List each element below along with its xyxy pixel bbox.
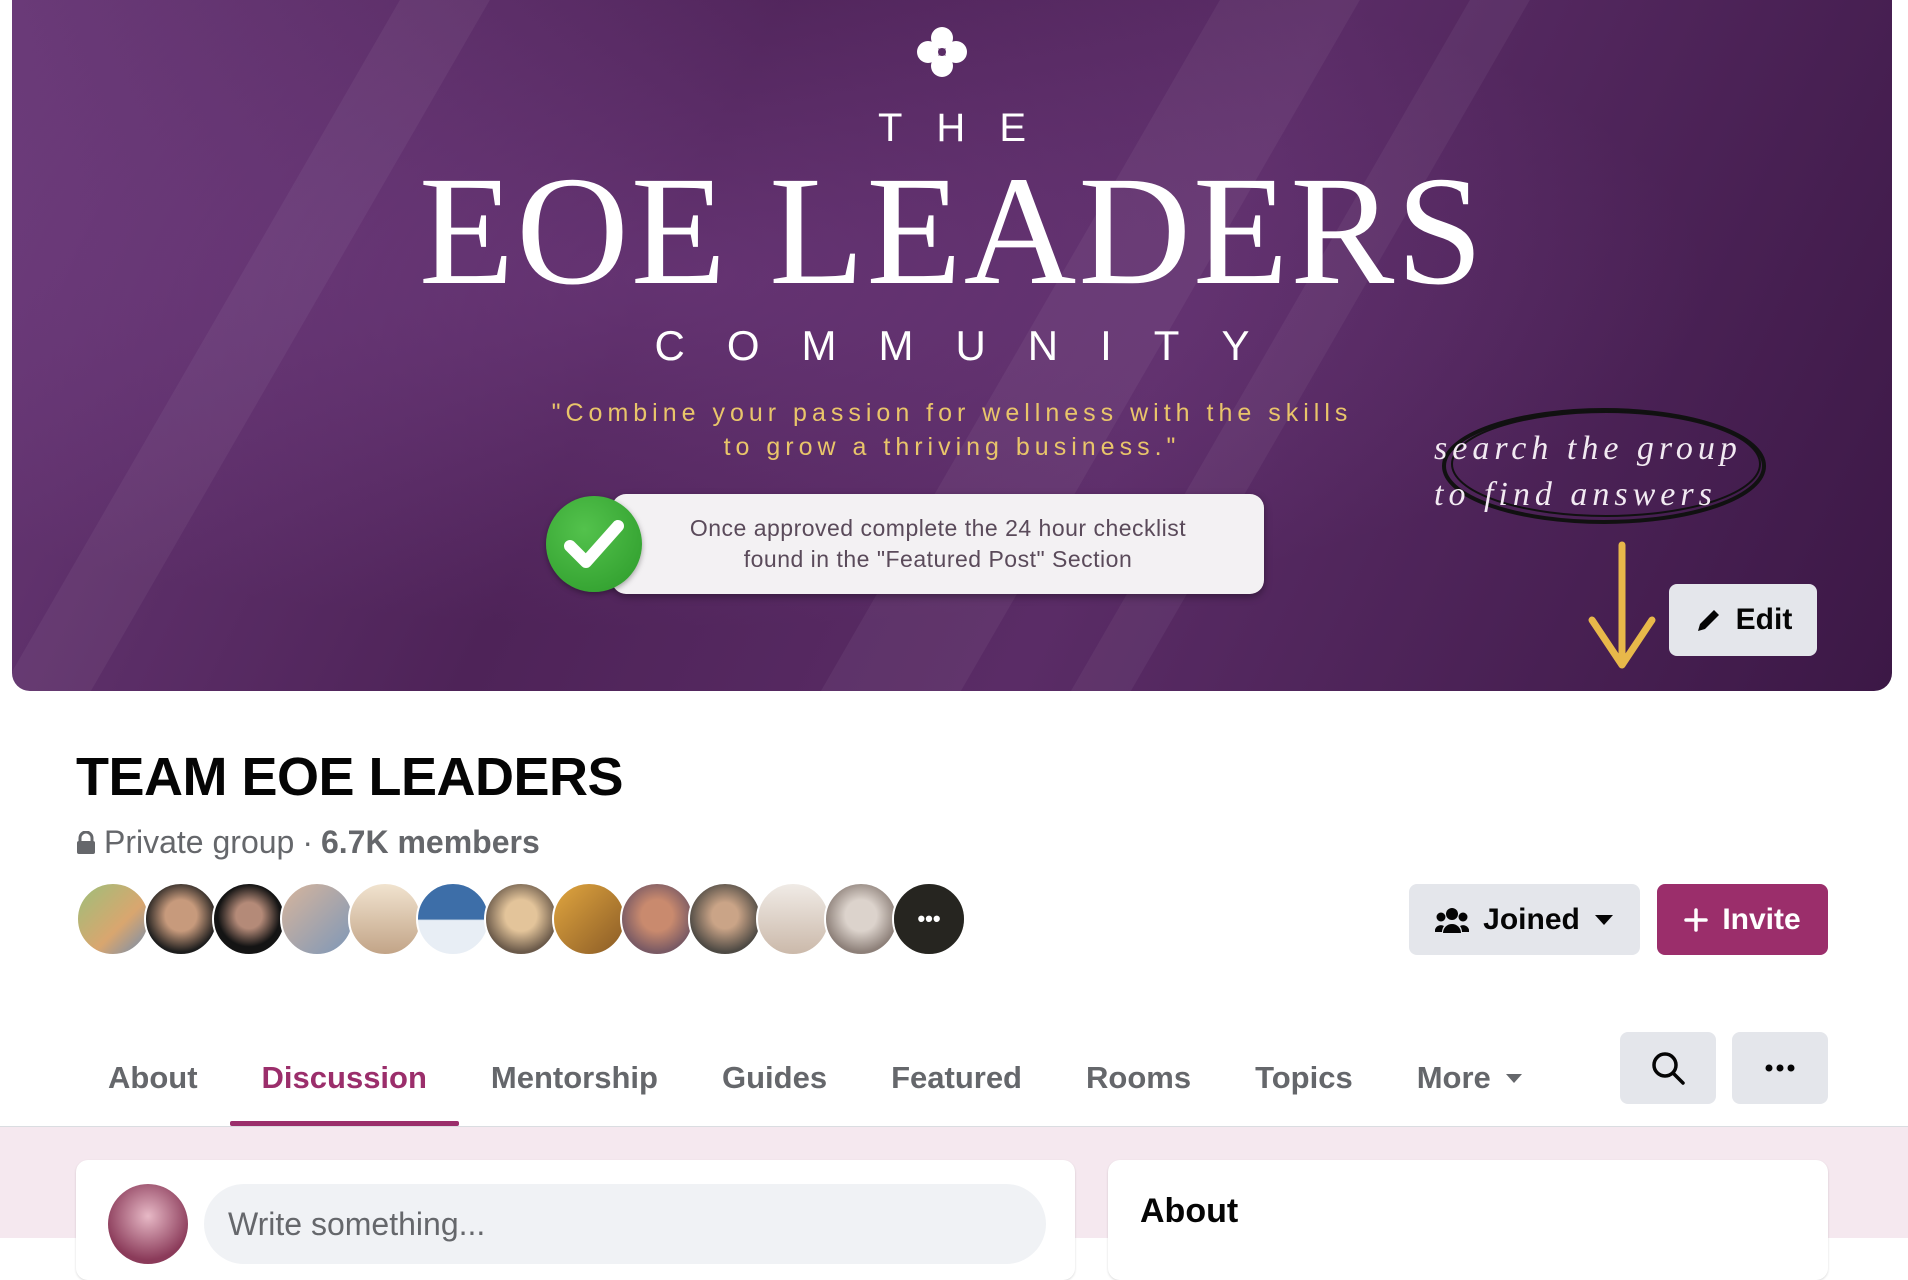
tab-label: Discussion — [261, 1060, 427, 1095]
tab-about[interactable]: About — [76, 1030, 230, 1126]
tab-discussion[interactable]: Discussion — [229, 1030, 460, 1126]
current-user-avatar[interactable] — [108, 1184, 188, 1264]
avatar[interactable] — [416, 882, 490, 956]
privacy-label: Private group — [104, 824, 295, 860]
group-tabs: About Discussion Mentorship Guides Featu… — [76, 1030, 1555, 1126]
search-hint-line: search the group — [1434, 430, 1742, 467]
cover-quote-line: to grow a thriving business." — [723, 433, 1181, 461]
joined-button[interactable]: Joined — [1409, 884, 1640, 955]
avatar[interactable] — [280, 882, 354, 956]
about-card: About — [1108, 1160, 1828, 1280]
meta-separator: · — [302, 824, 313, 860]
cover-quote-line: "Combine your passion for wellness with … — [551, 399, 1353, 427]
joined-label: Joined — [1483, 902, 1580, 936]
checklist-banner: Once approved complete the 24 hour check… — [612, 494, 1264, 594]
search-hint-line: to find answers — [1434, 476, 1717, 513]
group-cover-photo: THE EOE LEADERS COMMUNITY "Combine your … — [12, 0, 1892, 691]
member-avatars[interactable]: ••• — [76, 882, 966, 956]
invite-label: Invite — [1722, 902, 1801, 936]
search-hint-text: search the group to find answers — [1434, 426, 1754, 518]
cover-title: EOE LEADERS — [418, 144, 1486, 317]
arrow-down-icon — [1588, 541, 1656, 669]
avatar[interactable] — [212, 882, 286, 956]
group-meta: Private group · 6.7K members — [76, 824, 540, 861]
caret-down-icon — [1505, 1073, 1522, 1083]
plus-icon — [1684, 907, 1709, 932]
write-something-input[interactable]: Write something... — [204, 1184, 1046, 1264]
tab-guides[interactable]: Guides — [690, 1030, 859, 1126]
checklist-line: found in the "Featured Post" Section — [743, 546, 1133, 572]
tab-label: Rooms — [1086, 1060, 1192, 1095]
avatar[interactable] — [484, 882, 558, 956]
invite-button[interactable]: Invite — [1657, 884, 1828, 955]
tab-label: Mentorship — [490, 1060, 658, 1095]
avatar[interactable] — [144, 882, 218, 956]
caret-down-icon — [1594, 914, 1613, 925]
avatar[interactable] — [552, 882, 626, 956]
member-count-link[interactable]: 6.7K members — [321, 824, 540, 861]
clover-logo-icon — [917, 27, 967, 77]
ellipsis-icon — [1765, 1064, 1795, 1072]
edit-cover-button[interactable]: Edit — [1669, 584, 1817, 656]
composer-placeholder: Write something... — [228, 1205, 486, 1242]
avatar[interactable] — [348, 882, 422, 956]
about-card-heading: About — [1140, 1192, 1239, 1230]
search-group-button[interactable] — [1620, 1032, 1716, 1104]
tab-topics[interactable]: Topics — [1223, 1030, 1385, 1126]
group-members-icon — [1435, 907, 1470, 933]
edit-label: Edit — [1735, 603, 1793, 636]
more-members-label: ••• — [894, 884, 964, 954]
cover-community-text: COMMUNITY — [654, 322, 1292, 369]
avatar[interactable] — [756, 882, 830, 956]
more-options-button[interactable] — [1732, 1032, 1828, 1104]
tab-mentorship[interactable]: Mentorship — [459, 1030, 690, 1126]
avatar[interactable] — [76, 882, 150, 956]
tab-label: About — [108, 1060, 198, 1095]
tab-rooms[interactable]: Rooms — [1054, 1030, 1223, 1126]
pencil-icon — [1697, 610, 1719, 631]
search-icon — [1652, 1052, 1685, 1085]
cover-quote: "Combine your passion for wellness with … — [392, 396, 1512, 464]
avatar[interactable] — [620, 882, 694, 956]
post-composer: Write something... — [76, 1160, 1075, 1280]
avatar-more[interactable]: ••• — [892, 882, 966, 956]
group-title[interactable]: TEAM EOE LEADERS — [76, 746, 624, 808]
tab-featured[interactable]: Featured — [859, 1030, 1054, 1126]
lock-icon — [77, 830, 95, 854]
tab-label: Featured — [891, 1060, 1022, 1095]
avatar[interactable] — [824, 882, 898, 956]
tab-label: Guides — [721, 1060, 828, 1095]
tab-label: Topics — [1255, 1060, 1353, 1095]
green-check-icon — [546, 496, 642, 592]
tab-more[interactable]: More — [1385, 1030, 1555, 1126]
checklist-line: Once approved complete the 24 hour check… — [689, 515, 1187, 541]
avatar[interactable] — [688, 882, 762, 956]
tab-label: More — [1416, 1060, 1491, 1095]
